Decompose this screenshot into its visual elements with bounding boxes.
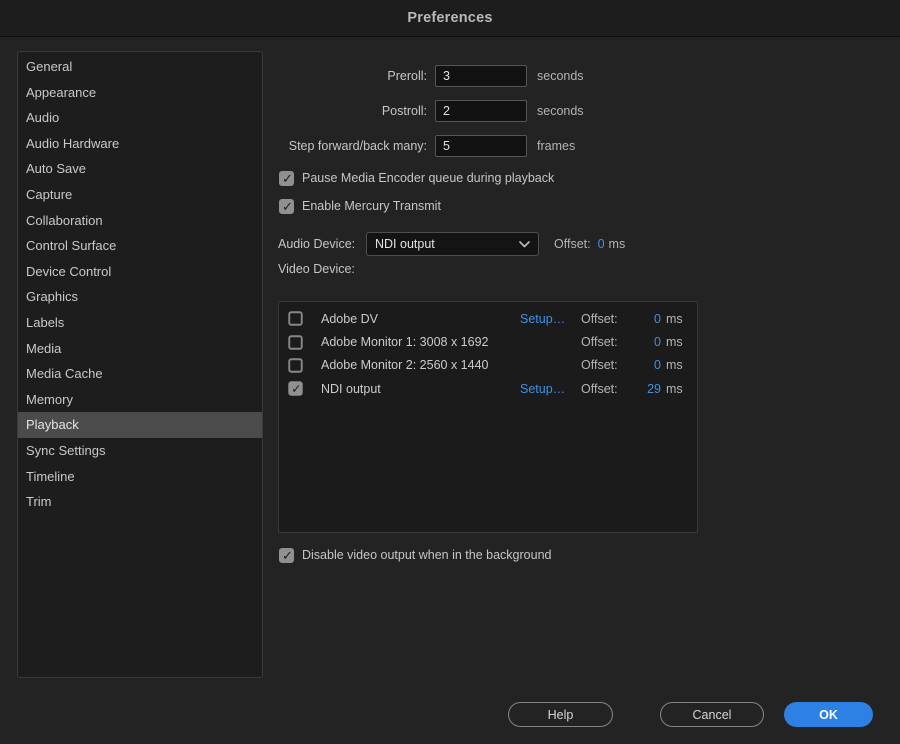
sidebar-item-appearance[interactable]: Appearance <box>18 80 262 106</box>
sidebar-item-auto-save[interactable]: Auto Save <box>18 156 262 182</box>
sidebar-item-labels[interactable]: Labels <box>18 310 262 336</box>
audio-device-row: Audio Device: NDI output Offset: 0 ms <box>278 232 625 256</box>
device-name: Adobe DV <box>312 312 520 326</box>
postroll-label: Postroll: <box>278 104 427 118</box>
postroll-row: Postroll: seconds <box>278 100 584 122</box>
offset-value[interactable]: 29 <box>633 382 661 396</box>
sidebar-item-audio[interactable]: Audio <box>18 105 262 131</box>
preferences-dialog: Preferences General Appearance Audio Aud… <box>0 0 900 744</box>
sidebar-item-memory[interactable]: Memory <box>18 387 262 413</box>
monitor-1-checkbox[interactable] <box>288 335 302 349</box>
offset-unit: ms <box>661 382 687 396</box>
audio-device-label: Audio Device: <box>278 237 366 251</box>
offset-value[interactable]: 0 <box>633 335 661 349</box>
audio-offset-value[interactable]: 0 <box>598 237 605 251</box>
title-bar: Preferences <box>0 0 900 37</box>
disable-bg-row: Disable video output when in the backgro… <box>279 547 551 563</box>
sidebar-item-media-cache[interactable]: Media Cache <box>18 361 262 387</box>
sidebar-item-capture[interactable]: Capture <box>18 182 262 208</box>
offset-unit: ms <box>661 358 687 372</box>
sidebar-item-graphics[interactable]: Graphics <box>18 284 262 310</box>
postroll-input[interactable] <box>435 100 527 122</box>
device-name: Adobe Monitor 1: 3008 x 1692 <box>312 335 520 349</box>
disable-bg-label: Disable video output when in the backgro… <box>302 548 551 562</box>
sidebar-item-device-control[interactable]: Device Control <box>18 259 262 285</box>
video-device-row-ndi-output: NDI output Setup… Offset: 29 ms <box>279 377 697 400</box>
offset-unit: ms <box>661 312 687 326</box>
video-device-label: Video Device: <box>278 262 355 276</box>
ndi-output-checkbox[interactable] <box>288 382 302 396</box>
monitor-2-checkbox[interactable] <box>288 358 302 372</box>
step-unit: frames <box>537 139 575 153</box>
chevron-down-icon <box>519 241 530 248</box>
sidebar-item-timeline[interactable]: Timeline <box>18 464 262 490</box>
adobe-dv-checkbox[interactable] <box>288 311 302 325</box>
device-name: Adobe Monitor 2: 2560 x 1440 <box>312 358 520 372</box>
audio-device-value: NDI output <box>375 237 519 251</box>
offset-unit: ms <box>661 335 687 349</box>
preroll-label: Preroll: <box>278 69 427 83</box>
audio-device-select[interactable]: NDI output <box>366 232 539 256</box>
step-row: Step forward/back many: frames <box>278 135 575 157</box>
sidebar-item-playback[interactable]: Playback <box>18 412 262 438</box>
preroll-row: Preroll: seconds <box>278 65 584 87</box>
ok-button[interactable]: OK <box>784 702 873 727</box>
disable-bg-checkbox[interactable] <box>279 548 294 563</box>
sidebar-item-general[interactable]: General <box>18 54 262 80</box>
cancel-button[interactable]: Cancel <box>660 702 764 727</box>
preroll-input[interactable] <box>435 65 527 87</box>
sidebar-item-media[interactable]: Media <box>18 336 262 362</box>
sidebar-item-trim[interactable]: Trim <box>18 489 262 515</box>
offset-label: Offset: <box>581 312 633 326</box>
device-name: NDI output <box>312 382 520 396</box>
video-device-row-adobe-dv: Adobe DV Setup… Offset: 0 ms <box>279 307 697 330</box>
pause-encoder-label: Pause Media Encoder queue during playbac… <box>302 171 554 185</box>
video-device-row-monitor-1: Adobe Monitor 1: 3008 x 1692 Offset: 0 m… <box>279 330 697 353</box>
sidebar-item-audio-hardware[interactable]: Audio Hardware <box>18 131 262 157</box>
dialog-title: Preferences <box>407 10 492 26</box>
offset-value[interactable]: 0 <box>633 312 661 326</box>
audio-offset-label: Offset: <box>554 237 591 251</box>
sidebar-item-collaboration[interactable]: Collaboration <box>18 208 262 234</box>
ndi-output-setup-link[interactable]: Setup… <box>520 382 581 396</box>
offset-label: Offset: <box>581 358 633 372</box>
mercury-transmit-checkbox[interactable] <box>279 199 294 214</box>
mercury-transmit-row: Enable Mercury Transmit <box>279 198 441 214</box>
video-device-list: Adobe DV Setup… Offset: 0 ms Adobe Monit… <box>278 301 698 533</box>
adobe-dv-setup-link[interactable]: Setup… <box>520 312 581 326</box>
step-input[interactable] <box>435 135 527 157</box>
sidebar-item-control-surface[interactable]: Control Surface <box>18 233 262 259</box>
pause-encoder-row: Pause Media Encoder queue during playbac… <box>279 170 554 186</box>
offset-label: Offset: <box>581 335 633 349</box>
postroll-unit: seconds <box>537 104 584 118</box>
preroll-unit: seconds <box>537 69 584 83</box>
help-button[interactable]: Help <box>508 702 613 727</box>
sidebar-item-sync-settings[interactable]: Sync Settings <box>18 438 262 464</box>
category-list: General Appearance Audio Audio Hardware … <box>17 51 263 678</box>
pause-encoder-checkbox[interactable] <box>279 171 294 186</box>
offset-value[interactable]: 0 <box>633 358 661 372</box>
mercury-transmit-label: Enable Mercury Transmit <box>302 199 441 213</box>
offset-label: Offset: <box>581 382 633 396</box>
audio-offset-unit: ms <box>609 237 626 251</box>
step-label: Step forward/back many: <box>278 139 427 153</box>
video-device-row-monitor-2: Adobe Monitor 2: 2560 x 1440 Offset: 0 m… <box>279 354 697 377</box>
